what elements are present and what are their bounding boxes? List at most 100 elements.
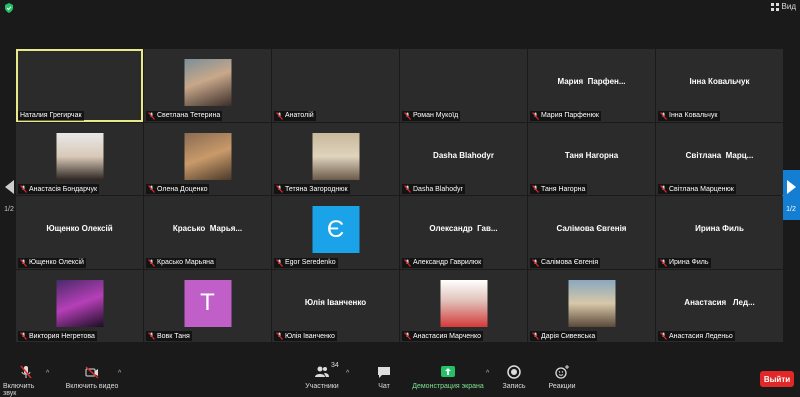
audio-options-caret[interactable]: ^ <box>46 370 49 377</box>
participant-tile[interactable]: Мария Парфен... Мария Парфенюк <box>528 49 655 122</box>
participant-photo <box>568 279 615 327</box>
participant-tile[interactable]: Дарія Сивевська <box>528 269 655 342</box>
participant-name-label: Наталия Грегирчак <box>18 110 84 121</box>
chat-button[interactable]: Чат <box>372 364 396 390</box>
participant-name-label: Мария Парфенюк <box>530 110 601 121</box>
participant-photo <box>56 132 103 180</box>
view-label: Вид <box>781 2 796 11</box>
participant-tile[interactable]: Dasha Blahodyr Dasha Blahodyr <box>400 122 527 195</box>
participant-display-name: Інна Ковальчук <box>689 77 750 86</box>
top-bar: Вид <box>0 0 800 16</box>
view-button[interactable]: Вид <box>770 2 796 11</box>
participant-photo <box>440 279 487 327</box>
participant-name-text: Салімова Євгенія <box>541 259 599 266</box>
participant-tile[interactable]: Тетяна Загороднюк <box>272 122 399 195</box>
reactions-button[interactable]: Реакции <box>546 364 578 390</box>
page-indicator-right: 1/2 <box>786 206 796 213</box>
participant-display-name: Анастасия Лед... <box>684 297 755 307</box>
participants-count: 34 <box>331 362 339 369</box>
participant-display-name: Салімова Євгенія <box>556 224 627 233</box>
participant-display-name: Ющенко Олексій <box>46 224 113 233</box>
participant-display-name: Таня Нагорна <box>564 150 619 160</box>
participant-name-text: Дарія Сивевська <box>541 332 596 340</box>
participant-name-text: Ющенко Олексій <box>29 259 84 266</box>
participant-name-label: Роман Мукоїд <box>402 110 461 121</box>
participant-name-text: Роман Мукоїд <box>413 112 459 119</box>
participant-tile[interactable]: Наталия Грегирчак <box>16 49 143 122</box>
mic-muted-icon <box>404 258 411 267</box>
participant-tile[interactable]: Юлія Іванченко Юлія Іванченко <box>272 269 399 342</box>
mic-muted-icon <box>148 332 155 340</box>
participant-tile[interactable]: Анатолій <box>272 49 399 122</box>
participant-name-label: Анастасия Марченко <box>402 331 484 341</box>
chevron-right-icon <box>786 180 796 194</box>
participant-tile[interactable]: Красько Марья... Красько Марьяна <box>144 196 271 269</box>
participant-name-text: Вовк Таня <box>157 332 190 340</box>
participant-tile[interactable]: Анастасія Бондарчук <box>16 122 143 195</box>
participant-avatar: Є <box>312 206 359 253</box>
share-screen-button[interactable]: Демонстрация экрана <box>408 364 488 390</box>
security-shield-icon[interactable] <box>4 3 14 13</box>
participant-tile[interactable]: Салімова Євгенія Салімова Євгенія <box>528 196 655 269</box>
mic-muted-icon <box>276 111 283 120</box>
participant-display-name: Ирина Филь <box>695 224 744 233</box>
participant-tile[interactable]: Т Вовк Таня <box>144 269 271 342</box>
mic-muted-icon <box>532 258 539 267</box>
mic-muted-icon <box>148 111 155 120</box>
meeting-toolbar: Включить звук ^ Включить видео ^ Участни… <box>0 360 800 397</box>
participant-tile[interactable]: Анастасия Лед... Анастасия Леденьо <box>656 269 783 342</box>
record-icon <box>507 365 521 379</box>
participants-icon <box>315 366 329 377</box>
next-page-button[interactable]: 1/2 <box>782 170 800 220</box>
participant-tile[interactable]: Таня Нагорна Таня Нагорна <box>528 122 655 195</box>
grid-view-icon <box>770 2 779 11</box>
participant-tile[interactable]: Роман Мукоїд <box>400 49 527 122</box>
record-label: Запись <box>502 383 526 390</box>
participant-tile[interactable]: Анастасия Марченко <box>400 269 527 342</box>
participant-name-text: Тетяна Загороднюк <box>285 185 348 193</box>
participant-name-text: Таня Нагорна <box>541 185 586 193</box>
unmute-button[interactable]: Включить звук <box>3 364 49 397</box>
participant-name-text: Юлія Іванченко <box>285 332 335 340</box>
participant-tile[interactable]: Виктория Негретова <box>16 269 143 342</box>
participant-tile[interactable]: Ирина Филь Ирина Филь <box>656 196 783 269</box>
participant-name-text: Анатолій <box>285 112 314 119</box>
participant-tile[interactable]: Олександр Гав... Александр Гаврилюк <box>400 196 527 269</box>
participant-name-text: Світлана Марценюк <box>669 185 734 193</box>
mic-muted-icon <box>276 332 283 340</box>
participant-name-text: Анастасія Бондарчук <box>29 185 98 193</box>
participant-name-text: Виктория Негретова <box>29 332 95 340</box>
start-video-button[interactable]: Включить видео <box>62 364 122 390</box>
participant-name-label: Таня Нагорна <box>530 184 588 194</box>
participant-tile[interactable]: Олена Доценко <box>144 122 271 195</box>
participant-tile[interactable]: Светлана Тетерина <box>144 49 271 122</box>
participant-name-label: Олена Доценко <box>146 184 210 194</box>
mic-muted-icon <box>276 185 283 193</box>
share-options-caret[interactable]: ^ <box>486 370 489 377</box>
participant-name-label: Красько Марьяна <box>146 257 216 268</box>
participant-tile[interactable]: Ющенко Олексій Ющенко Олексій <box>16 196 143 269</box>
participant-name-label: Вовк Таня <box>146 331 192 341</box>
mic-muted-icon <box>20 365 32 379</box>
leave-button[interactable]: Выйти <box>760 371 794 387</box>
participant-photo <box>184 132 231 180</box>
participant-grid: Наталия Грегирчак Светлана Тетерина Анатол… <box>16 49 783 343</box>
chat-icon <box>378 367 390 378</box>
participant-tile[interactable]: Є Egor Seredenko <box>272 196 399 269</box>
mic-muted-icon <box>20 332 27 340</box>
participant-tile[interactable]: Інна Ковальчук Інна Ковальчук <box>656 49 783 122</box>
mic-muted-icon <box>532 332 539 340</box>
mic-muted-icon <box>148 185 155 193</box>
participant-name-text: Анастасия Марченко <box>413 332 482 340</box>
participant-display-name: Мария Парфен... <box>557 77 626 86</box>
mic-muted-icon <box>276 258 283 267</box>
participant-display-name: Світлана Марц... <box>685 150 754 160</box>
mic-muted-icon <box>532 185 539 193</box>
participants-label: Участники <box>305 383 339 390</box>
participants-options-caret[interactable]: ^ <box>346 370 349 377</box>
participant-tile[interactable]: Світлана Марц... Світлана Марценюк <box>656 122 783 195</box>
participant-name-text: Egor Seredenko <box>285 259 336 266</box>
video-options-caret[interactable]: ^ <box>118 370 121 377</box>
participant-photo <box>56 279 103 327</box>
record-button[interactable]: Запись <box>500 364 528 390</box>
